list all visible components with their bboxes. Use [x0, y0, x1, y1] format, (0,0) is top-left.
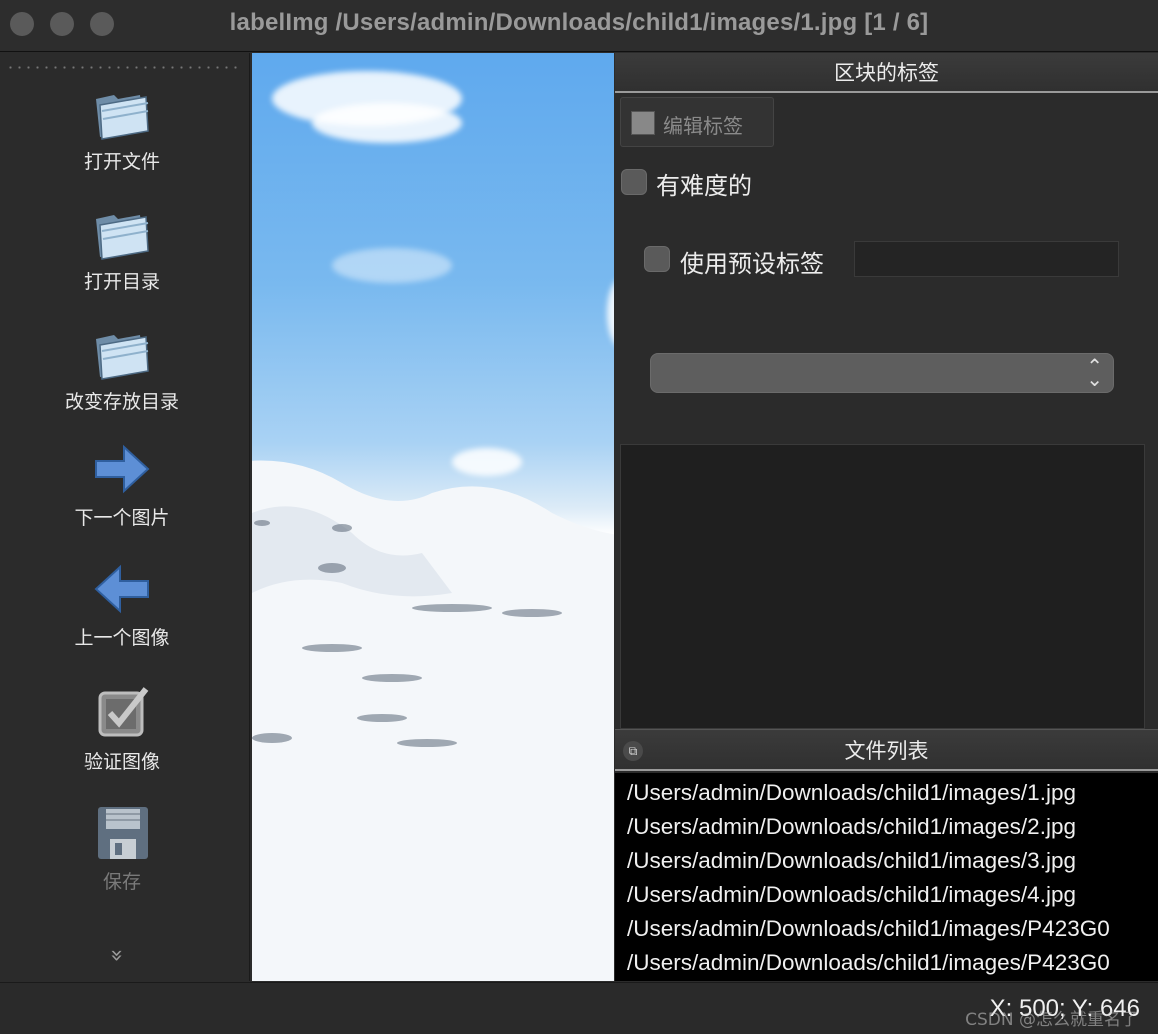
arrow-right-icon [95, 444, 150, 494]
change-save-dir-label: 改变存放目录 [64, 391, 179, 413]
open-dir-label: 打开目录 [83, 271, 160, 293]
cloud [312, 103, 462, 143]
toolbar-overflow-chevron-icon[interactable]: » [104, 949, 129, 962]
default-label-input[interactable] [854, 241, 1119, 277]
cloud [607, 278, 614, 348]
toolbar: 打开文件 打开目录 改变存放目录 下一个图片 上一个图像 验证图像 保存 » [0, 53, 250, 981]
label-panel-title: 区块的标签 [615, 53, 1158, 93]
folder-icon [96, 335, 149, 380]
prev-image-label: 上一个图像 [74, 627, 170, 649]
open-file-button[interactable]: 打开文件 [0, 81, 244, 174]
edit-label-button[interactable]: 编辑标签 [620, 97, 774, 147]
file-list-item[interactable]: /Users/admin/Downloads/child1/images/2.j… [627, 814, 1076, 840]
file-panel-header: ⧉ 文件列表 [615, 729, 1158, 771]
toolbar-grip[interactable] [6, 66, 243, 69]
file-list[interactable]: /Users/admin/Downloads/child1/images/1.j… [615, 773, 1158, 981]
open-file-label: 打开文件 [83, 151, 160, 173]
arrow-left-icon [94, 564, 149, 614]
checkbox-icon [98, 687, 149, 737]
open-dir-button[interactable]: 打开目录 [0, 201, 244, 294]
prev-image-button[interactable]: 上一个图像 [0, 557, 244, 650]
use-default-label-checkbox[interactable] [644, 246, 670, 272]
verify-image-label: 验证图像 [83, 751, 160, 773]
file-list-item[interactable]: /Users/admin/Downloads/child1/images/P42… [627, 916, 1110, 942]
cloud [332, 248, 452, 283]
label-list[interactable] [620, 444, 1145, 729]
file-list-item[interactable]: /Users/admin/Downloads/child1/images/1.j… [627, 780, 1076, 806]
save-label: 保存 [102, 871, 141, 893]
title-bar: labelImg /Users/admin/Downloads/child1/i… [0, 0, 1158, 52]
status-bar: X: 500; Y: 646 CSDN @怎么就重名了 [0, 982, 1158, 1034]
folder-icon [96, 215, 149, 260]
next-image-button[interactable]: 下一个图片 [0, 437, 244, 530]
file-list-item[interactable]: /Users/admin/Downloads/child1/images/3.j… [627, 848, 1076, 874]
verify-image-button[interactable]: 验证图像 [0, 681, 244, 774]
up-down-chevron-icon: ⌃ ⌄ [1086, 354, 1103, 391]
image-canvas[interactable] [252, 53, 614, 981]
file-panel-title: 文件列表 [844, 739, 929, 763]
right-dock: 区块的标签 编辑标签 有难度的 使用预设标签 ⌃ ⌄ ⧉ 文件列表 /Users/… [615, 53, 1158, 981]
label-combobox[interactable]: ⌃ ⌄ [650, 353, 1114, 393]
edit-label-text: 编辑标签 [663, 114, 743, 138]
save-button[interactable]: 保存 [0, 801, 244, 894]
file-list-item[interactable]: /Users/admin/Downloads/child1/images/P42… [627, 950, 1110, 976]
difficult-label: 有难度的 [656, 172, 752, 200]
use-default-label-text: 使用预设标签 [680, 250, 824, 278]
change-save-dir-button[interactable]: 改变存放目录 [0, 321, 244, 414]
folder-icon [96, 95, 149, 140]
next-image-label: 下一个图片 [74, 507, 170, 529]
watermark: CSDN @怎么就重名了 [965, 1010, 1138, 1030]
floppy-disk-icon [98, 807, 148, 859]
difficult-checkbox[interactable] [621, 169, 647, 195]
window-title: labelImg /Users/admin/Downloads/child1/i… [229, 9, 929, 36]
file-list-item[interactable]: /Users/admin/Downloads/child1/images/4.j… [627, 882, 1076, 908]
pencil-icon [631, 111, 655, 135]
snow-mountain-image [252, 460, 614, 981]
